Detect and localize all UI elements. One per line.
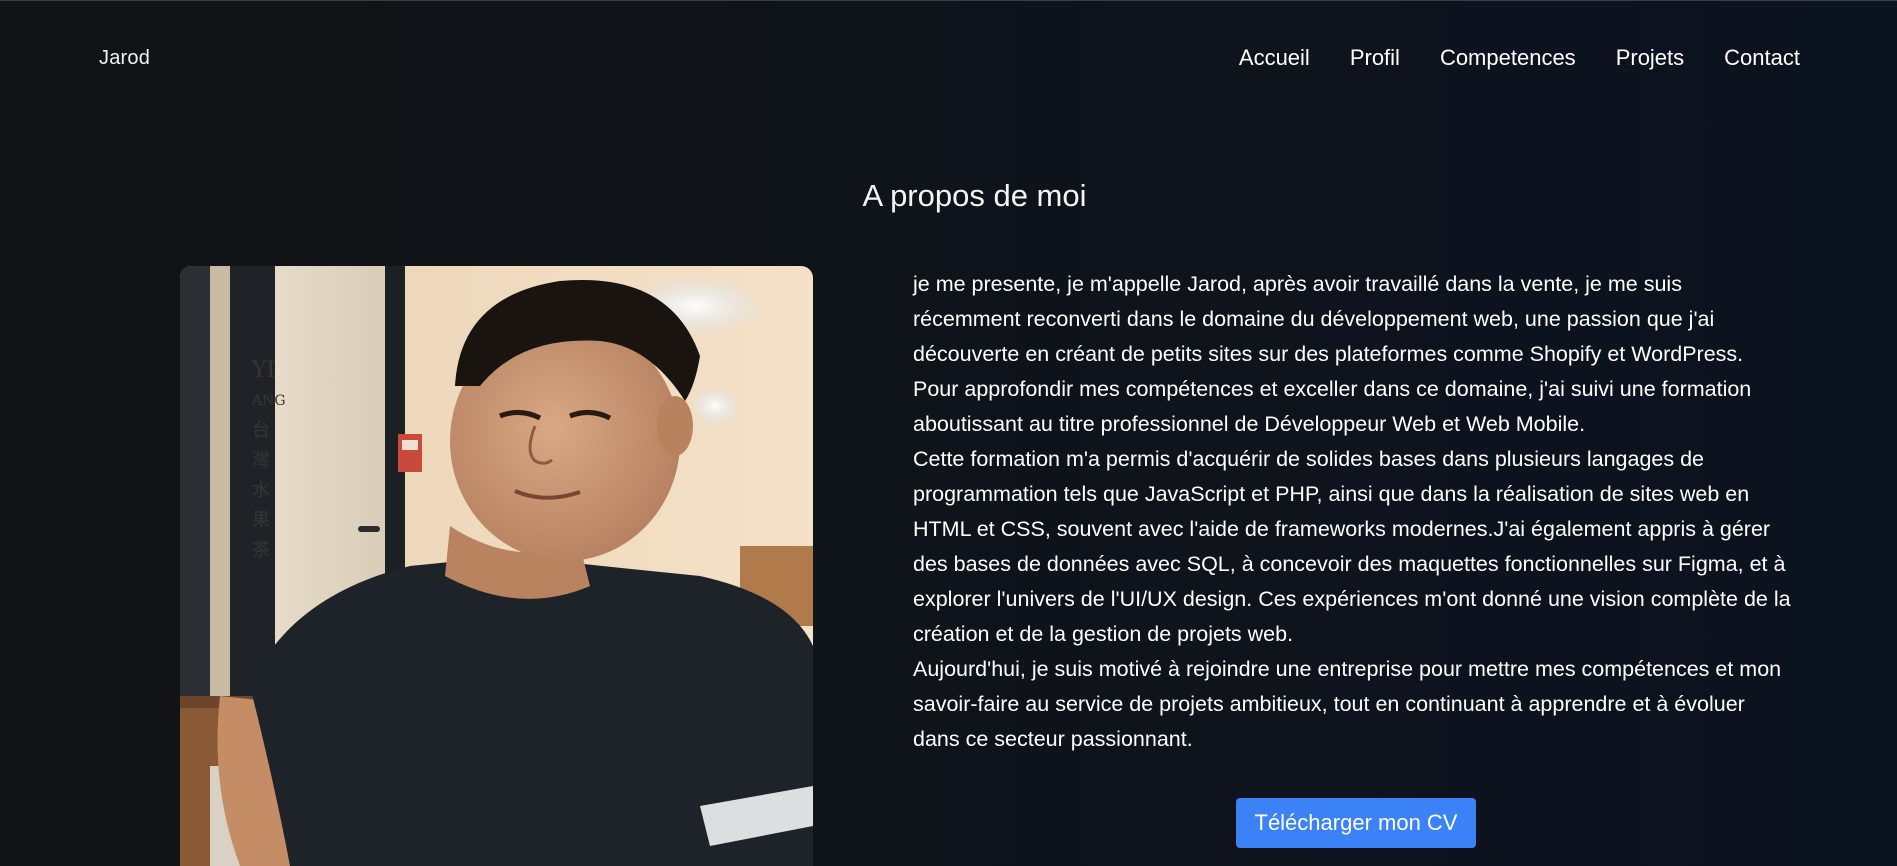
nav-link-contact[interactable]: Contact: [1724, 44, 1800, 72]
photo-sign: YI ANG 台 灣 水 果 茶: [252, 356, 286, 566]
photo-sign-line: 台: [252, 420, 270, 441]
profile-photo: YI ANG 台 灣 水 果 茶: [180, 266, 813, 866]
bio-paragraph-1: je me presente, je m'appelle Jarod, aprè…: [913, 272, 1752, 436]
photo-sign-line: YI: [252, 358, 276, 383]
nav-link-accueil[interactable]: Accueil: [1239, 44, 1310, 72]
photo-sign-line: 茶: [252, 540, 270, 561]
brand-logo[interactable]: Jarod: [99, 47, 150, 70]
site-header: Jarod Accueil Profil Competences Projets…: [0, 0, 1897, 118]
section-title: A propos de moi: [862, 178, 1087, 213]
main-nav: Accueil Profil Competences Projets Conta…: [1239, 44, 1800, 72]
photo-sign-line: 果: [252, 510, 270, 531]
download-cv-button[interactable]: Télécharger mon CV: [1236, 798, 1476, 848]
bio-paragraph-3: Aujourd'hui, je suis motivé à rejoindre …: [913, 657, 1782, 751]
bio-paragraph-2: Cette formation m'a permis d'acquérir de…: [913, 447, 1791, 646]
photo-sign-line: ANG: [252, 393, 286, 409]
photo-sign-line: 灣: [252, 450, 270, 471]
nav-link-profil[interactable]: Profil: [1350, 44, 1400, 72]
photo-sign-line: 水: [252, 480, 270, 501]
nav-link-competences[interactable]: Competences: [1440, 44, 1576, 72]
nav-link-projets[interactable]: Projets: [1616, 44, 1684, 72]
bio-text: je me presente, je m'appelle Jarod, aprè…: [913, 267, 1793, 757]
